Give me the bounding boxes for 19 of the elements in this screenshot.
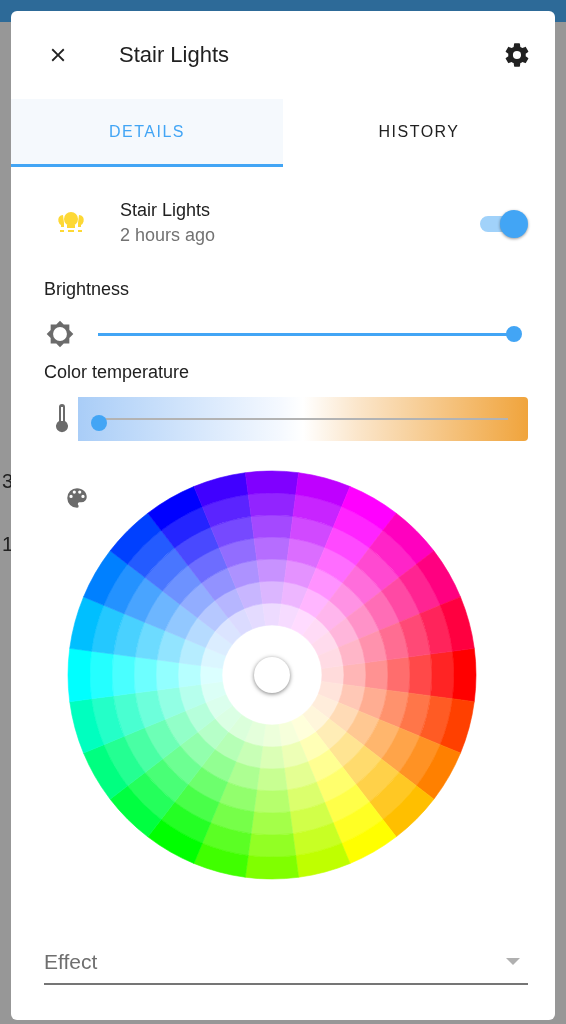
last-changed-time: 2 hours ago	[120, 225, 217, 246]
effect-dropdown[interactable]: Effect	[44, 941, 528, 985]
power-toggle[interactable]	[478, 208, 528, 238]
slider-handle[interactable]	[506, 326, 522, 342]
color-temperature-slider[interactable]	[78, 397, 528, 441]
background-number: 1	[2, 533, 12, 556]
color-temperature-label: Color temperature	[44, 362, 191, 383]
thermometer-icon	[54, 404, 70, 434]
entity-name: Stair Lights	[120, 200, 212, 221]
light-bulbs-icon	[56, 211, 86, 235]
dialog-title: Stair Lights	[119, 42, 231, 68]
palette-icon	[64, 485, 90, 511]
brightness-icon	[44, 318, 76, 350]
dropdown-arrow-icon	[506, 958, 520, 966]
brightness-label: Brightness	[44, 279, 131, 300]
effect-placeholder: Effect	[44, 950, 98, 974]
settings-icon	[503, 41, 531, 69]
settings-button[interactable]	[503, 41, 531, 69]
slider-handle[interactable]	[91, 415, 107, 431]
